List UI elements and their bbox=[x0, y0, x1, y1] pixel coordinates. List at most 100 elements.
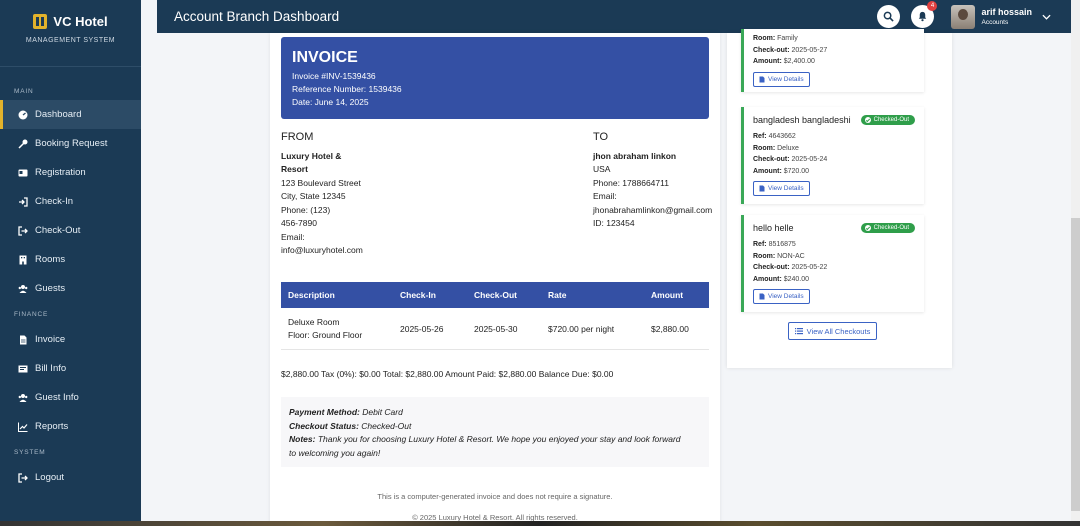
user-menu[interactable]: arif hossain Accounts bbox=[981, 7, 1032, 26]
from-heading: FROM bbox=[281, 131, 314, 143]
sidebar-item-label: Guest Info bbox=[35, 392, 79, 403]
sidebar-item-label: Dashboard bbox=[35, 109, 82, 120]
to-email-label: Email: bbox=[593, 191, 617, 201]
from-address-line: City, State 12345 bbox=[281, 191, 346, 201]
checkout-card: Room: Family Check-out: 2025-05-27 Amoun… bbox=[741, 29, 924, 92]
brand-title: VC Hotel bbox=[53, 14, 108, 29]
status-badge: Checked-Out bbox=[860, 223, 915, 233]
room-label: Room: bbox=[753, 252, 776, 260]
view-details-button[interactable]: View Details bbox=[753, 289, 810, 304]
sidebar-item-booking-request[interactable]: Booking Request bbox=[0, 129, 141, 158]
view-all-checkouts-button[interactable]: View All Checkouts bbox=[788, 322, 877, 340]
sign-in-icon bbox=[18, 196, 28, 207]
invoice-title: INVOICE bbox=[292, 49, 358, 66]
list-icon bbox=[794, 328, 803, 335]
avatar[interactable] bbox=[951, 4, 976, 29]
sidebar-item-reports[interactable]: Reports bbox=[0, 412, 141, 441]
from-name: Resort bbox=[281, 164, 308, 174]
page-title: Account Branch Dashboard bbox=[174, 9, 340, 24]
sidebar: VC Hotel MANAGEMENT SYSTEM MAIN Dashboar… bbox=[0, 0, 141, 526]
to-phone: Phone: 1788664711 bbox=[593, 177, 669, 188]
checkout-room: Family bbox=[777, 35, 798, 42]
checkout-date: 2025-05-24 bbox=[791, 156, 828, 163]
check-circle-icon bbox=[864, 225, 871, 231]
status-badge-label: Checked-Out bbox=[873, 225, 909, 231]
column-header: Description bbox=[288, 290, 335, 300]
dashboard-icon bbox=[18, 110, 28, 120]
invoice-footer-note: This is a computer-generated invoice and… bbox=[377, 492, 613, 501]
row-rate: $720.00 per night bbox=[548, 323, 615, 334]
sidebar-item-guest-info[interactable]: Guest Info bbox=[0, 383, 141, 412]
checkout-amount: $2,400.00 bbox=[783, 58, 815, 65]
sidebar-item-registration[interactable]: Registration bbox=[0, 158, 141, 187]
sidebar-item-bill-info[interactable]: Bill Info bbox=[0, 354, 141, 383]
to-address: TO jhon abraham linkon USA Phone: 178866… bbox=[593, 131, 733, 231]
ref-label: Ref: bbox=[753, 133, 767, 140]
amount-label: Amount: bbox=[753, 167, 782, 175]
sidebar-item-logout[interactable]: Logout bbox=[0, 463, 141, 492]
user-role: Accounts bbox=[981, 19, 1009, 26]
sidebar-item-label: Check-Out bbox=[35, 225, 81, 236]
checkout-amount: $720.00 bbox=[783, 167, 810, 175]
from-address: FROM Luxury Hotel & Resort 123 Boulevard… bbox=[281, 131, 391, 258]
guest-name: hello helle bbox=[753, 223, 794, 233]
sign-out-icon bbox=[18, 225, 28, 236]
view-details-button[interactable]: View Details bbox=[753, 71, 810, 87]
from-address-line: 123 Boulevard Street bbox=[281, 177, 361, 188]
search-button[interactable] bbox=[877, 5, 901, 28]
sidebar-item-check-out[interactable]: Check-Out bbox=[0, 216, 141, 245]
search-icon bbox=[884, 11, 895, 22]
row-check-out: 2025-05-30 bbox=[474, 323, 518, 334]
column-header: Amount bbox=[651, 290, 684, 300]
invoice-date: Date: June 14, 2025 bbox=[292, 97, 369, 107]
chevron-down-icon[interactable] bbox=[1042, 12, 1051, 22]
amount-label: Amount: bbox=[753, 58, 782, 65]
sidebar-item-label: Check-In bbox=[35, 196, 74, 207]
invoice-card: INVOICE Invoice #INV-1539436 Reference N… bbox=[270, 33, 720, 526]
to-email: jhonabrahamlinkon@gmail.com bbox=[593, 204, 713, 215]
sidebar-item-invoice[interactable]: Invoice bbox=[0, 325, 141, 354]
file-icon bbox=[759, 185, 765, 192]
sidebar-item-label: Bill Info bbox=[35, 363, 67, 374]
users-icon bbox=[18, 284, 28, 294]
recent-checkouts-panel: Room: Family Check-out: 2025-05-27 Amoun… bbox=[727, 29, 952, 368]
taskbar-strip bbox=[0, 521, 1080, 526]
from-phone: 456-7890 bbox=[281, 218, 317, 228]
building-icon bbox=[18, 255, 28, 265]
invoice-number: Invoice #INV-1539436 bbox=[292, 71, 376, 81]
checkout-card: hello helle Checked-Out Ref: 8516875 Roo… bbox=[741, 215, 924, 312]
key-icon bbox=[18, 139, 28, 149]
room-label: Room: bbox=[753, 35, 776, 42]
file-icon bbox=[759, 76, 765, 82]
notifications-button[interactable]: 4 bbox=[911, 1, 938, 28]
file-invoice-icon bbox=[18, 335, 28, 345]
scrollbar-thumb[interactable] bbox=[1071, 218, 1080, 511]
sidebar-item-dashboard[interactable]: Dashboard bbox=[0, 100, 141, 129]
table-row: Deluxe Room Floor: Ground Floor 2025-05-… bbox=[281, 308, 709, 350]
chart-line-icon bbox=[18, 422, 28, 432]
sidebar-item-check-in[interactable]: Check-In bbox=[0, 187, 141, 216]
sidebar-item-guests[interactable]: Guests bbox=[0, 274, 141, 303]
checkout-date: 2025-05-27 bbox=[791, 46, 828, 54]
checkout-ref: 4643662 bbox=[768, 133, 796, 140]
checkout-date: 2025-05-22 bbox=[791, 264, 828, 271]
from-email: info@luxuryhotel.com bbox=[281, 245, 363, 255]
file-icon bbox=[759, 293, 765, 300]
room-type: Deluxe Room bbox=[288, 316, 340, 327]
payment-method: Debit Card bbox=[362, 407, 403, 417]
status-badge: Checked-Out bbox=[860, 115, 915, 125]
sidebar-item-label: Reports bbox=[35, 421, 69, 432]
to-id: ID: 123454 bbox=[593, 218, 635, 228]
bell-icon bbox=[919, 11, 927, 22]
checkout-date-label: Check-out: bbox=[753, 46, 790, 54]
brand-subtitle: MANAGEMENT SYSTEM bbox=[25, 37, 116, 44]
sidebar-item-rooms[interactable]: Rooms bbox=[0, 245, 141, 274]
payment-info: Payment Method: Debit Card Checkout Stat… bbox=[281, 397, 709, 467]
to-country: USA bbox=[593, 164, 611, 174]
column-header: Check-Out bbox=[474, 290, 517, 300]
nav-section-main: MAIN bbox=[14, 88, 34, 95]
notes-label: Notes: bbox=[289, 434, 316, 444]
view-details-button[interactable]: View Details bbox=[753, 181, 810, 196]
notification-badge: 4 bbox=[927, 1, 938, 11]
checkout-date-label: Check-out: bbox=[753, 264, 790, 271]
